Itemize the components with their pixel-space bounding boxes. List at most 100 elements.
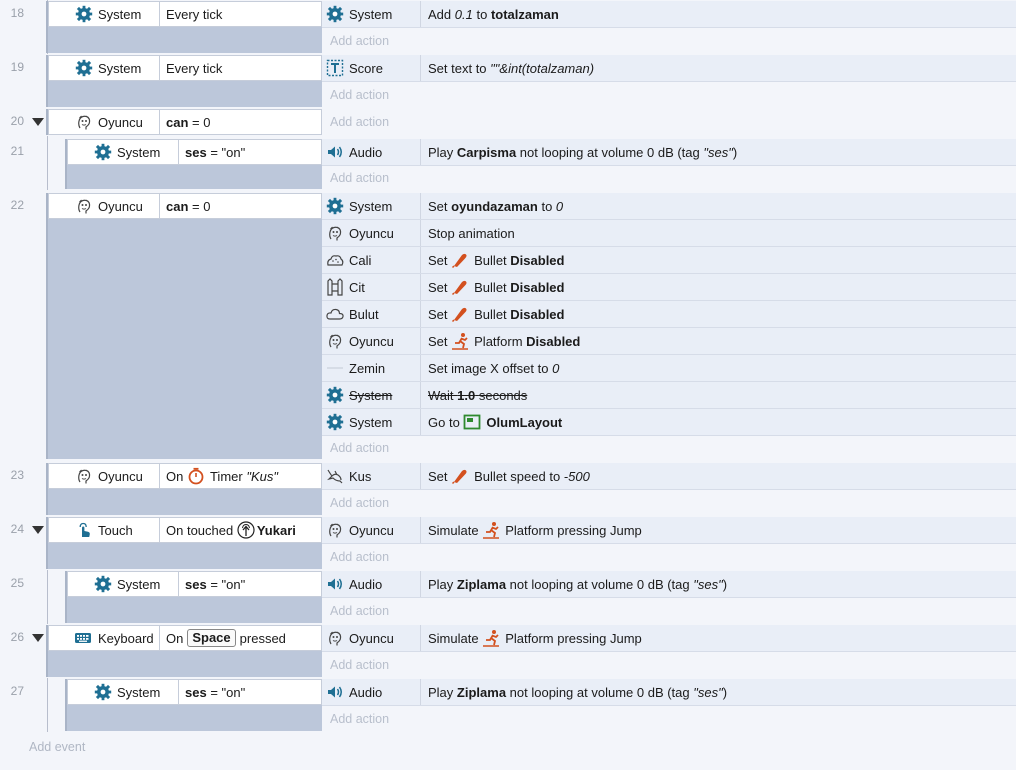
condition-object[interactable]: System	[68, 680, 179, 704]
action-row[interactable]: System Go to OlumLayout	[322, 409, 1016, 436]
action-object[interactable]: Cali	[322, 247, 421, 273]
action-object[interactable]: Oyuncu	[322, 517, 421, 543]
action-row[interactable]: Audio Play Ziplama not looping at volume…	[322, 679, 1016, 706]
event-27[interactable]: 27 System ses = "on" Audio Play Ziplama …	[0, 678, 1016, 732]
action-row[interactable]: Kus Set Bullet speed to -500	[322, 463, 1016, 490]
action-object[interactable]: System	[322, 382, 421, 408]
action-row[interactable]: Oyuncu Simulate Platform pressing Jump	[322, 625, 1016, 652]
action-object[interactable]: Score	[322, 55, 421, 81]
collapse-toggle-icon[interactable]	[32, 634, 44, 642]
action-row[interactable]: Oyuncu Set Platform Disabled	[322, 328, 1016, 355]
condition-block[interactable]: Oyuncu On Timer "Kus"	[46, 463, 322, 515]
action-object[interactable]: Cit	[322, 274, 421, 300]
condition-block[interactable]: Oyuncu can = 0	[46, 193, 322, 459]
action-text: Simulate Platform pressing Jump	[428, 521, 642, 539]
action-text: Play Ziplama not looping at volume 0 dB …	[428, 684, 728, 700]
condition-block[interactable]: System ses = "on"	[65, 571, 322, 623]
condition-object[interactable]: Oyuncu	[49, 110, 160, 134]
event-18[interactable]: 18 System Every tick System Add 0.1 to t…	[0, 0, 1016, 54]
condition-block[interactable]: Keyboard On Space pressed	[46, 625, 322, 677]
condition-block[interactable]: Touch On touched Yukari	[46, 517, 322, 569]
condition-block[interactable]: System ses = "on"	[65, 679, 322, 731]
action-block: Add action	[322, 109, 1016, 135]
condition-row[interactable]: System ses = "on"	[67, 571, 322, 597]
action-row[interactable]: Oyuncu Stop animation	[322, 220, 1016, 247]
event-23[interactable]: 23 ➜ Oyuncu On Timer "Kus" Kus Set Bulle…	[0, 462, 1016, 516]
action-object[interactable]: Audio	[322, 571, 421, 597]
action-object[interactable]: Audio	[322, 139, 421, 165]
collapse-toggle-icon[interactable]	[32, 118, 44, 126]
add-action-link[interactable]: Add action	[322, 28, 1016, 54]
condition-row[interactable]: Oyuncu can = 0	[48, 193, 322, 219]
condition-row[interactable]: System Every tick	[48, 55, 322, 81]
event-19[interactable]: 19 System Every tick Score Set text to "…	[0, 54, 1016, 108]
action-row[interactable]: Cali Set Bullet Disabled	[322, 247, 1016, 274]
event-22[interactable]: 22 Oyuncu can = 0 System Set oyundazaman…	[0, 192, 1016, 460]
event-25[interactable]: 25 System ses = "on" Audio Play Ziplama …	[0, 570, 1016, 624]
condition-row[interactable]: System ses = "on"	[67, 139, 322, 165]
add-action-link[interactable]: Add action	[322, 165, 1016, 191]
event-24[interactable]: 24 ➜ Touch On touched Yukari Oyuncu Simu…	[0, 516, 1016, 570]
action-block: System Add 0.1 to totalzaman Add action	[322, 1, 1016, 53]
add-action-link[interactable]: Add action	[322, 544, 1016, 570]
condition-row[interactable]: System ses = "on"	[67, 679, 322, 705]
action-object[interactable]: Oyuncu	[322, 625, 421, 651]
condition-object[interactable]: Touch	[49, 518, 160, 542]
condition-row[interactable]: Touch On touched Yukari	[48, 517, 322, 543]
bush-icon	[327, 255, 344, 266]
event-20[interactable]: 20 Oyuncu can = 0 Add action	[0, 108, 1016, 136]
add-action-link[interactable]: Add action	[322, 82, 1016, 108]
add-event-link[interactable]: Add event	[29, 740, 85, 754]
condition-row[interactable]: Keyboard On Space pressed	[48, 625, 322, 651]
action-object[interactable]: System	[322, 193, 421, 219]
condition-object[interactable]: Oyuncu	[49, 194, 160, 218]
action-row[interactable]: System Set oyundazaman to 0	[322, 193, 1016, 220]
condition-object[interactable]: Oyuncu	[49, 464, 160, 488]
condition-row[interactable]: Oyuncu On Timer "Kus"	[48, 463, 322, 489]
action-text: Set text to ""&int(totalzaman)	[428, 60, 595, 76]
action-row[interactable]: Audio Play Carpisma not looping at volum…	[322, 139, 1016, 166]
action-object[interactable]: Kus	[322, 463, 421, 489]
add-action-link[interactable]: Add action	[322, 435, 1016, 461]
condition-object[interactable]: Keyboard	[49, 626, 160, 650]
add-action-link[interactable]: Add action	[322, 652, 1016, 678]
action-text: Set Bullet Disabled	[428, 252, 565, 269]
add-action-link[interactable]: Add action	[322, 490, 1016, 516]
speaker-icon	[327, 577, 342, 591]
condition-row[interactable]: System Every tick	[48, 1, 322, 27]
action-row-disabled[interactable]: System Wait 1.0 seconds	[322, 382, 1016, 409]
action-row[interactable]: System Add 0.1 to totalzaman	[322, 1, 1016, 28]
condition-object[interactable]: System	[68, 140, 179, 164]
action-object[interactable]: System	[322, 1, 421, 27]
add-action-link[interactable]: Add action	[322, 598, 1016, 624]
action-row[interactable]: Zemin Set image X offset to 0	[322, 355, 1016, 382]
action-object[interactable]: Zemin	[322, 355, 421, 381]
action-row[interactable]: Bulut Set Bullet Disabled	[322, 301, 1016, 328]
event-21[interactable]: 21 System ses = "on" Audio Play Carpisma…	[0, 136, 1016, 191]
action-row[interactable]: Score Set text to ""&int(totalzaman)	[322, 55, 1016, 82]
action-row[interactable]: Audio Play Ziplama not looping at volume…	[322, 571, 1016, 598]
action-row[interactable]: Cit Set Bullet Disabled	[322, 274, 1016, 301]
add-action-link[interactable]: Add action	[322, 109, 1016, 135]
gear-icon	[94, 575, 112, 593]
action-object[interactable]: Oyuncu	[322, 220, 421, 246]
action-object[interactable]: System	[322, 409, 421, 435]
collapse-toggle-icon[interactable]	[32, 526, 44, 534]
condition-block[interactable]: System Every tick	[46, 1, 322, 53]
platform-behavior-icon	[482, 521, 501, 539]
condition-object[interactable]: System	[68, 572, 179, 596]
action-object[interactable]: Audio	[322, 679, 421, 705]
condition-block[interactable]: System Every tick	[46, 55, 322, 107]
condition-object[interactable]: System	[49, 2, 160, 26]
event-26[interactable]: 26 ➜ Keyboard OnSpacepressed Oyuncu Simu…	[0, 624, 1016, 678]
condition-block[interactable]: Oyuncu can = 0	[46, 109, 322, 135]
condition-row[interactable]: Oyuncu can = 0	[48, 109, 322, 135]
action-object[interactable]: Oyuncu	[322, 328, 421, 354]
condition-object[interactable]: System	[49, 56, 160, 80]
action-row[interactable]: Oyuncu Simulate Platform pressing Jump	[322, 517, 1016, 544]
condition-block[interactable]: System ses = "on"	[65, 139, 322, 189]
add-action-link[interactable]: Add action	[322, 706, 1016, 732]
condition-text: ses = "on"	[185, 576, 246, 592]
action-object[interactable]: Bulut	[322, 301, 421, 327]
text-object-icon	[326, 59, 344, 77]
